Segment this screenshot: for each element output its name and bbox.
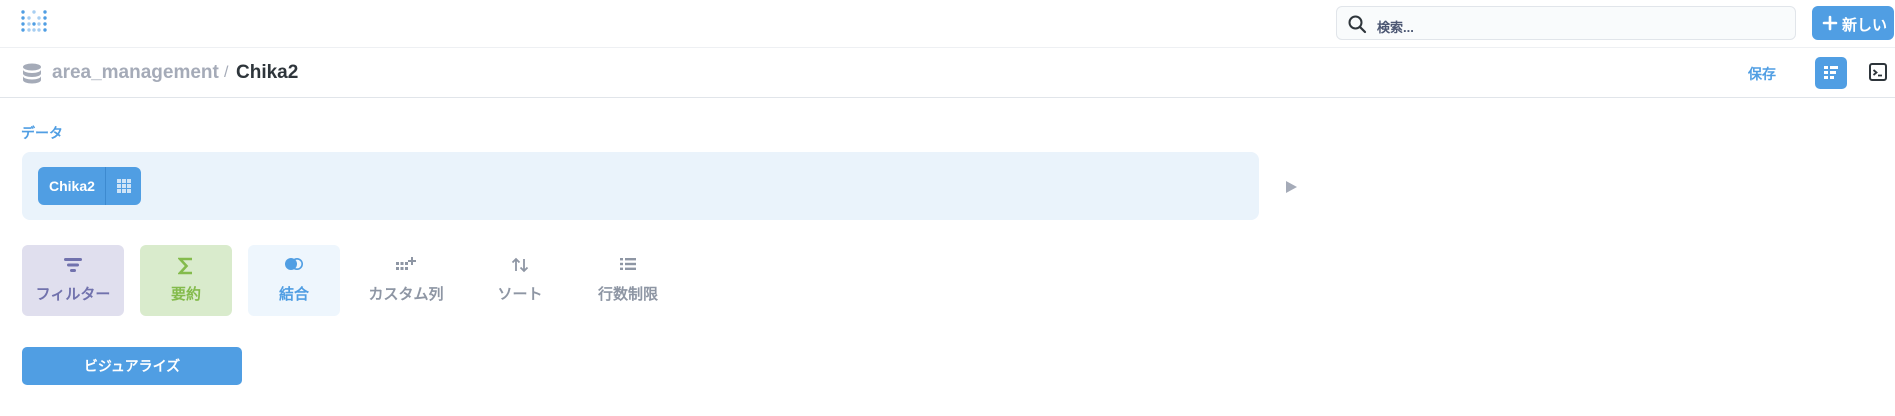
breadcrumb-separator: /	[224, 64, 229, 81]
filter-icon	[64, 258, 82, 272]
new-button[interactable]: 新しい	[1812, 6, 1894, 40]
filter-label: フィルター	[35, 286, 111, 303]
sort-icon	[511, 257, 529, 273]
preview-play-icon[interactable]	[1284, 180, 1298, 194]
summarize-label: 要約	[170, 286, 201, 303]
filter-button[interactable]: フィルター	[22, 245, 124, 316]
row-limit-button[interactable]: 行数制限	[580, 245, 676, 316]
top-navbar: 検索... 新しい	[0, 0, 1895, 48]
question-header: area_management / Chika2 保存	[0, 49, 1895, 98]
source-table-label: Chika2	[49, 178, 95, 194]
sort-button[interactable]: ソート	[476, 245, 564, 316]
data-step-box[interactable]: Chika2	[22, 152, 1259, 220]
metabase-logo-icon[interactable]	[20, 9, 48, 37]
sigma-icon	[178, 257, 192, 275]
save-button[interactable]: 保存	[1748, 64, 1776, 84]
database-icon	[23, 63, 41, 84]
sort-label: ソート	[497, 286, 543, 303]
breadcrumb-table[interactable]: Chika2	[236, 62, 298, 84]
join-button[interactable]: 結合	[248, 245, 340, 316]
breadcrumb-database[interactable]: area_management	[52, 62, 219, 84]
join-label: 結合	[278, 286, 309, 303]
source-table-pill[interactable]: Chika2	[38, 167, 141, 205]
custom-column-label: カスタム列	[368, 286, 444, 303]
plus-icon	[1822, 15, 1838, 31]
search-icon	[1348, 15, 1367, 34]
new-button-label: 新しい	[1842, 17, 1888, 34]
summarize-button[interactable]: 要約	[140, 245, 232, 316]
search-placeholder: 検索...	[1377, 20, 1414, 35]
visualize-button[interactable]: ビジュアライズ	[22, 347, 242, 385]
custom-column-button[interactable]: カスタム列	[356, 245, 456, 316]
list-icon	[620, 258, 636, 270]
table-columns-button[interactable]	[104, 167, 141, 205]
notebook-editor-toggle[interactable]	[1815, 57, 1847, 89]
search-input[interactable]: 検索...	[1336, 6, 1796, 40]
row-limit-label: 行数制限	[597, 286, 658, 303]
data-step-label: データ	[21, 125, 63, 141]
grid-icon	[116, 179, 131, 193]
notebook-icon	[1824, 66, 1838, 79]
add-column-icon	[396, 257, 416, 270]
join-icon	[285, 258, 303, 270]
sql-editor-icon[interactable]	[1869, 63, 1887, 81]
